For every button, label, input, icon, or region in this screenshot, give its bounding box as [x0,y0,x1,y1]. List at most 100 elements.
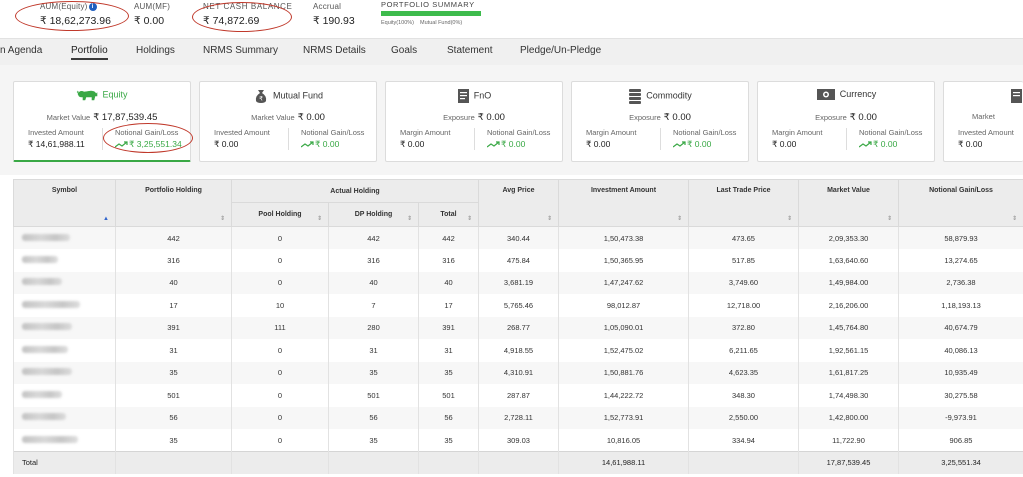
cell-portfolio-holding: 442 [115,226,232,249]
cell-notional-gain-loss: 10,935.49 [898,361,1023,384]
cell-pool-holding: 0 [231,361,329,384]
tab-goals[interactable]: Goals [391,45,417,56]
cell-investment-amount: 1,47,247.62 [558,271,689,294]
cell-total: 35 [418,429,479,452]
card-sub-value: ₹ 0.00 [297,112,325,123]
col-total[interactable]: Total ⇕ [418,202,479,227]
sort-icon[interactable]: ⇕ [467,215,472,222]
cell-notional-gain-loss: 30,275.58 [898,384,1023,407]
sort-icon[interactable]: ⇕ [887,215,892,222]
net-cash-metric: NET CASH BALANCE ₹ 74,872.69 [203,2,292,27]
col-dp-holding[interactable]: DP Holding ⇕ [328,202,419,227]
tab-nrms-summary[interactable]: NRMS Summary [203,45,278,56]
trend-up-icon [115,141,128,148]
sort-icon[interactable]: ⇕ [677,215,682,222]
redacted-symbol [22,233,70,241]
tab-agenda[interactable]: n Agenda [0,45,42,56]
col-investment-amount[interactable]: Investment Amount ⇕ [558,179,689,227]
commodity-card[interactable]: Commodity Exposure ₹ 0.00 Margin Amount ₹ … [571,81,749,162]
total-investment-amount: 14,61,988.11 [558,451,689,474]
card-title: Equity [102,89,128,100]
cell-market-value: 1,42,800.00 [798,406,899,429]
col-last-trade-price[interactable]: Last Trade Price ⇕ [688,179,799,227]
col-portfolio-holding[interactable]: Portfolio Holding ⇕ [115,179,232,227]
cell-pool-holding: 10 [231,294,329,317]
money-bag-icon: ₹ [255,90,267,103]
cell-dp-holding: 501 [328,384,419,407]
cell-avg-price: 309.03 [478,429,559,452]
tab-holdings[interactable]: Holdings [136,45,175,56]
tab-nrms-details[interactable]: NRMS Details [303,45,366,56]
cell-market-value: 11,722.90 [798,429,899,452]
cell-notional-gain-loss: 40,674.79 [898,316,1023,339]
card-sub-value: ₹ 0.00 [477,112,505,123]
table-row[interactable]: 35 0 35 35 4,310.91 1,50,881.76 4,623.35 1,61,8… [13,361,1023,384]
document-icon [1011,89,1022,103]
table-row[interactable]: 391 111 280 391 268.77 1,05,090.01 372.80 1,45,… [13,316,1023,339]
table-row[interactable]: 501 0 501 501 287.87 1,44,222.72 348.30 1,74,49… [13,384,1023,407]
card-right-label: Notional Gain/Loss [673,128,737,137]
header-label: Total [440,211,457,218]
info-icon[interactable]: i [88,3,97,11]
tab-portfolio[interactable]: Portfolio [71,45,108,60]
table-row[interactable]: 31 0 31 31 4,918.55 1,52,475.02 6,211.65 1,92,5… [13,339,1023,362]
cell-avg-price: 287.87 [478,384,559,407]
cell-last-trade-price: 4,623.35 [688,361,799,384]
card-sub-label: Exposure [815,113,847,122]
header-label: Avg Price [502,187,535,194]
col-notional-gain-loss[interactable]: Notional Gain/Loss ⇕ [898,179,1023,227]
tab-pledge-unpledge[interactable]: Pledge/Un-Pledge [520,45,601,56]
cell-investment-amount: 98,012.87 [558,294,689,317]
sort-icon[interactable]: ⇕ [547,215,552,222]
card-right-value: ₹ 3,25,551.34 [129,139,182,149]
table-row[interactable]: 442 0 442 442 340.44 1,50,473.38 473.65 2,09,35… [13,226,1023,249]
legend-equity: Equity(100%) [381,20,415,26]
cell-symbol [13,339,116,362]
sort-asc-icon[interactable]: ▲ [103,216,109,222]
card-header: FnO [386,88,562,104]
cell-symbol [13,361,116,384]
sort-icon[interactable]: ⇕ [787,215,792,222]
trend-up-icon [673,141,686,148]
partial-card[interactable]: Market Invested Amount ₹ 0.00 [943,81,1023,162]
fno-card[interactable]: FnO Exposure ₹ 0.00 Margin Amount ₹ 0.00 N… [385,81,563,162]
col-pool-holding[interactable]: Pool Holding ⇕ [231,202,329,227]
mutual-fund-card[interactable]: ₹ Mutual Fund Market Value ₹ 0.00 Investe… [199,81,377,162]
card-sub-value: ₹ 0.00 [663,112,691,123]
table-row[interactable]: 35 0 35 35 309.03 10,816.05 334.94 11,722.90 906… [13,429,1023,452]
cell-total: 40 [418,271,479,294]
sort-icon[interactable]: ⇕ [220,215,225,222]
cell-notional-gain-loss: 40,086.13 [898,339,1023,362]
card-left-value: ₹ 0.00 [214,139,239,149]
equity-card[interactable]: Equity Market Value ₹ 17,87,539.45 Invest… [13,81,191,162]
cell-total: 316 [418,249,479,272]
card-left-label: Margin Amount [586,128,637,137]
currency-card[interactable]: Currency Exposure ₹ 0.00 Margin Amount ₹ 0… [757,81,935,162]
cell-portfolio-holding: 31 [115,339,232,362]
sort-icon[interactable]: ⇕ [317,215,322,222]
col-avg-price[interactable]: Avg Price ⇕ [478,179,559,227]
redacted-symbol [22,323,72,331]
col-market-value[interactable]: Market Value ⇕ [798,179,899,227]
tab-statement[interactable]: Statement [447,45,493,56]
sort-icon[interactable]: ⇕ [1012,215,1017,222]
cell-avg-price: 4,918.55 [478,339,559,362]
total-notional-gain-loss: 3,25,551.34 [898,451,1023,474]
cell-symbol [13,316,116,339]
cell-dp-holding: 31 [328,339,419,362]
col-symbol[interactable]: Symbol ▲ [13,179,116,227]
table-row[interactable]: 40 0 40 40 3,681.19 1,47,247.62 3,749.60 1,49,9… [13,271,1023,294]
sort-icon[interactable]: ⇕ [407,215,412,222]
cell-portfolio-holding: 56 [115,406,232,429]
aum-equity-label: AUM(Equity) [40,2,88,11]
col-actual-holding: Actual Holding [231,179,479,203]
table-row[interactable]: 56 0 56 56 2,728.11 1,52,773.91 2,550.00 1,42,8… [13,406,1023,429]
cell-investment-amount: 1,50,365.95 [558,249,689,272]
cell-market-value: 1,61,817.25 [798,361,899,384]
table-row[interactable]: 17 10 7 17 5,765.46 98,012.87 12,718.00 2,16,20… [13,294,1023,317]
aum-mf-label: AUM(MF) [134,2,171,11]
card-sub-label: Market Value [251,113,295,122]
table-row[interactable]: 316 0 316 316 475.84 1,50,365.95 517.85 1,63,64… [13,249,1023,272]
cell-pool-holding: 0 [231,429,329,452]
redacted-symbol [22,345,68,353]
